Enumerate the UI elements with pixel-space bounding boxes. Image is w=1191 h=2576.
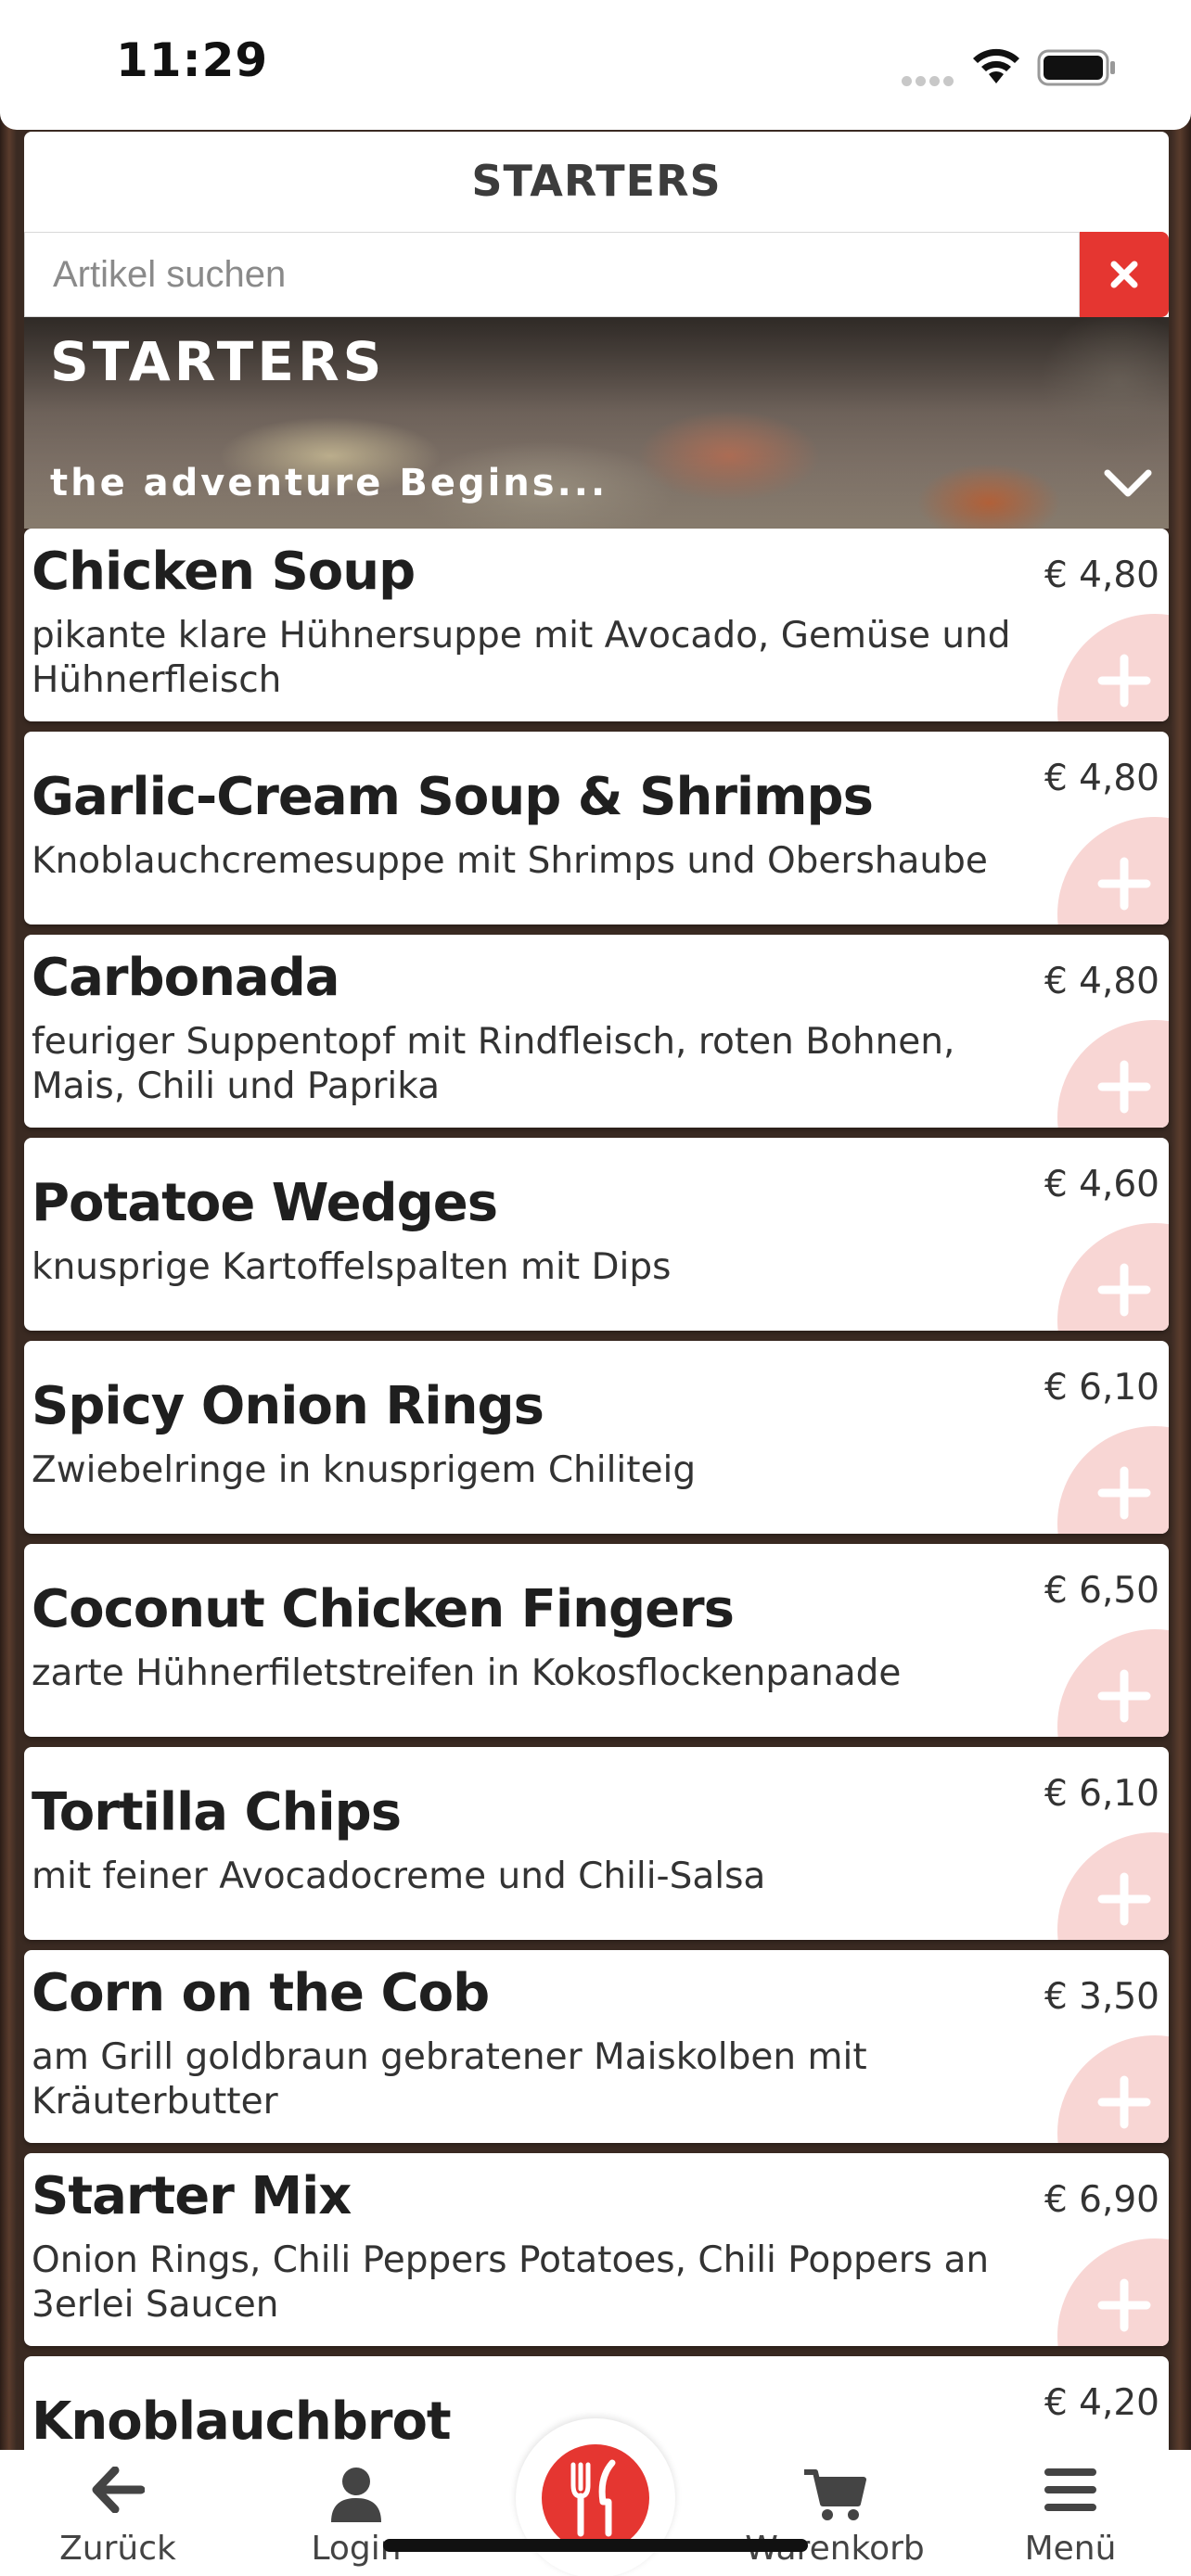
item-price: € 6,90 bbox=[1044, 2179, 1159, 2221]
nav-back[interactable]: Zurück bbox=[25, 2450, 211, 2576]
item-name: Coconut Chicken Fingers bbox=[32, 1579, 735, 1639]
add-to-cart-button[interactable] bbox=[1057, 2238, 1169, 2346]
item-name: Garlic-Cream Soup & Shrimps bbox=[32, 767, 874, 827]
category-banner[interactable]: STARTERS the adventure Begins... bbox=[24, 317, 1169, 529]
user-icon bbox=[331, 2468, 381, 2522]
nav-cart[interactable]: Warenkorb bbox=[742, 2450, 928, 2576]
add-to-cart-button[interactable] bbox=[1057, 817, 1169, 925]
plus-icon bbox=[1097, 857, 1151, 911]
add-to-cart-button[interactable] bbox=[1057, 1629, 1169, 1737]
plus-icon bbox=[1097, 1872, 1151, 1926]
plus-icon bbox=[1097, 1669, 1151, 1723]
cart-icon bbox=[804, 2469, 866, 2520]
add-to-cart-button[interactable] bbox=[1057, 1426, 1169, 1534]
item-description: zarte Hühnerfiletstreifen in Kokosflocke… bbox=[32, 1652, 902, 1694]
item-price: € 4,80 bbox=[1044, 758, 1159, 799]
item-price: € 3,50 bbox=[1044, 1976, 1159, 2018]
item-name: Spicy Onion Rings bbox=[32, 1376, 544, 1436]
menu-item-card[interactable]: Carbonada feuriger Suppentopf mit Rindfl… bbox=[24, 935, 1169, 1128]
menu-item-card[interactable]: Chicken Soup pikante klare Hühnersuppe m… bbox=[24, 529, 1169, 721]
item-name: Potatoe Wedges bbox=[32, 1173, 498, 1233]
menu-item-card[interactable]: Coconut Chicken Fingers zarte Hühnerfile… bbox=[24, 1544, 1169, 1737]
item-description: Zwiebelringe in knusprigem Chiliteig bbox=[32, 1449, 697, 1491]
app-screen: 11:29 STARTERS STARTERS the adventure Be… bbox=[0, 0, 1191, 2576]
item-name: Knoblauchbrot bbox=[32, 2391, 452, 2452]
wifi-icon bbox=[973, 48, 1019, 83]
arrow-left-icon bbox=[92, 2467, 145, 2513]
item-price: € 6,50 bbox=[1044, 1570, 1159, 1612]
item-description: Knoblauchcremesuppe mit Shrimps und Ober… bbox=[32, 840, 988, 882]
nav-menu[interactable]: Menü bbox=[978, 2450, 1163, 2576]
item-price: € 6,10 bbox=[1044, 1367, 1159, 1409]
plus-icon bbox=[1097, 2278, 1151, 2332]
menu-item-card[interactable]: Potatoe Wedges knusprige Kartoffelspalte… bbox=[24, 1138, 1169, 1331]
home-indicator[interactable] bbox=[383, 2539, 808, 2552]
search-input[interactable] bbox=[24, 232, 1080, 317]
nav-back-label: Zurück bbox=[59, 2530, 176, 2568]
item-description: am Grill goldbraun gebratener Maiskolben… bbox=[32, 2036, 867, 2123]
cellular-signal-icon bbox=[902, 72, 957, 86]
add-to-cart-button[interactable] bbox=[1057, 2035, 1169, 2143]
plus-icon bbox=[1097, 1466, 1151, 1520]
search-bar bbox=[24, 230, 1169, 317]
close-icon bbox=[1110, 261, 1138, 288]
status-bar: 11:29 bbox=[0, 0, 1191, 130]
banner-subtitle: the adventure Begins... bbox=[50, 462, 608, 504]
add-to-cart-button[interactable] bbox=[1057, 1020, 1169, 1128]
item-price: € 4,80 bbox=[1044, 555, 1159, 596]
banner-title: STARTERS bbox=[50, 330, 386, 393]
item-name: Carbonada bbox=[32, 948, 340, 1008]
add-to-cart-button[interactable] bbox=[1057, 1223, 1169, 1331]
item-price: € 4,80 bbox=[1044, 961, 1159, 1002]
nav-login[interactable]: Login bbox=[263, 2450, 449, 2576]
item-description: Onion Rings, Chili Peppers Potatoes, Chi… bbox=[32, 2239, 990, 2326]
chevron-down-icon[interactable] bbox=[1102, 465, 1154, 499]
plus-icon bbox=[1097, 654, 1151, 708]
restaurant-menu-button[interactable] bbox=[516, 2418, 675, 2576]
item-name: Chicken Soup bbox=[32, 542, 416, 602]
category-panel: STARTERS STARTERS the adventure Begins..… bbox=[24, 132, 1169, 2549]
menu-item-card[interactable]: Garlic-Cream Soup & Shrimps Knoblauchcre… bbox=[24, 732, 1169, 925]
plus-icon bbox=[1097, 2075, 1151, 2129]
item-name: Starter Mix bbox=[32, 2166, 352, 2226]
page-title: STARTERS bbox=[24, 132, 1169, 230]
fork-knife-icon bbox=[570, 2459, 616, 2537]
menu-item-card[interactable]: Spicy Onion Rings Zwiebelringe in knuspr… bbox=[24, 1341, 1169, 1534]
add-to-cart-button[interactable] bbox=[1057, 1832, 1169, 1940]
clear-search-button[interactable] bbox=[1080, 232, 1169, 317]
item-price: € 4,20 bbox=[1044, 2382, 1159, 2424]
nav-menu-label: Menü bbox=[1024, 2530, 1117, 2568]
menu-item-card[interactable]: Corn on the Cob am Grill goldbraun gebra… bbox=[24, 1950, 1169, 2143]
item-name: Tortilla Chips bbox=[32, 1782, 402, 1843]
item-price: € 4,60 bbox=[1044, 1164, 1159, 1205]
item-description: feuriger Suppentopf mit Rindfleisch, rot… bbox=[32, 1021, 955, 1107]
item-description: mit feiner Avocadocreme und Chili-Salsa bbox=[32, 1855, 766, 1897]
status-time: 11:29 bbox=[116, 33, 269, 87]
plus-icon bbox=[1097, 1060, 1151, 1114]
menu-item-card[interactable]: Tortilla Chips mit feiner Avocadocreme u… bbox=[24, 1747, 1169, 1940]
item-name: Corn on the Cob bbox=[32, 1963, 490, 2023]
menu-item-card[interactable]: Starter Mix Onion Rings, Chili Peppers P… bbox=[24, 2153, 1169, 2346]
item-price: € 6,10 bbox=[1044, 1773, 1159, 1815]
add-to-cart-button[interactable] bbox=[1057, 614, 1169, 721]
item-description: knusprige Kartoffelspalten mit Dips bbox=[32, 1246, 672, 1288]
bottom-navigation: Zurück Login Warenkorb Menü bbox=[0, 2418, 1191, 2576]
plus-icon bbox=[1097, 1263, 1151, 1317]
battery-icon bbox=[1037, 49, 1115, 86]
hamburger-icon bbox=[1044, 2468, 1096, 2511]
item-description: pikante klare Hühnersuppe mit Avocado, G… bbox=[32, 615, 1011, 701]
